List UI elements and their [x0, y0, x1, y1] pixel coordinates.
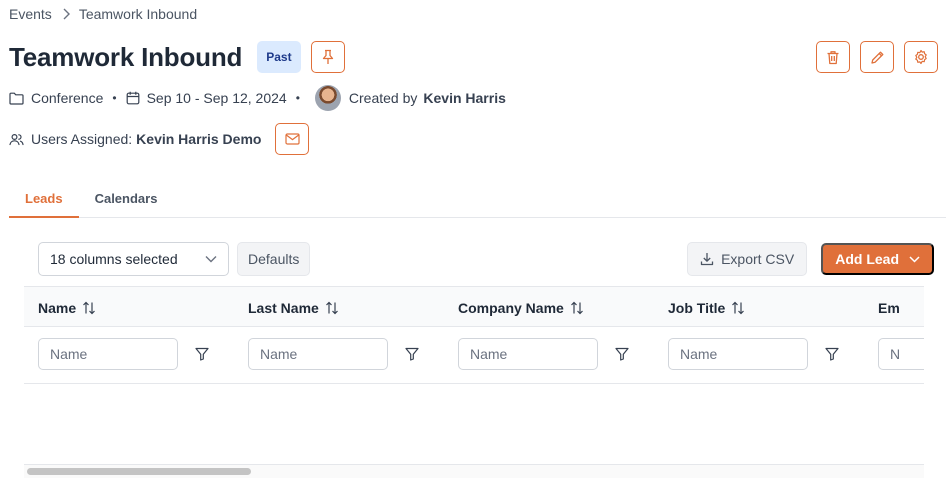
table-toolbar-right: Export CSV Add Lead	[687, 242, 934, 276]
page-title: Teamwork Inbound	[9, 41, 243, 72]
defaults-button[interactable]: Defaults	[237, 242, 311, 276]
event-type: Conference	[31, 90, 104, 106]
event-meta: Conference • Sep 10 - Sep 12, 2024 • Cre…	[9, 85, 506, 111]
pencil-icon	[870, 50, 885, 65]
company-filter-input[interactable]	[458, 338, 598, 370]
separator-dot: •	[112, 91, 117, 105]
users-assigned-names: Kevin Harris Demo	[136, 131, 262, 147]
filter-icon[interactable]	[195, 347, 209, 361]
export-csv-label: Export CSV	[721, 251, 795, 267]
chevron-down-icon	[205, 255, 217, 263]
email-users-button[interactable]	[275, 123, 310, 155]
separator-dot: •	[295, 91, 300, 105]
filter-cell	[668, 338, 839, 370]
job-title-filter-input[interactable]	[668, 338, 808, 370]
column-header-label: Job Title	[668, 299, 726, 316]
tab-leads[interactable]: Leads	[9, 178, 79, 218]
gear-icon	[913, 49, 929, 65]
header-actions	[816, 41, 938, 73]
pin-button[interactable]	[310, 41, 345, 73]
add-lead-label: Add Lead	[835, 251, 899, 267]
column-header-label: Last Name	[248, 299, 319, 316]
scrollbar-thumb[interactable]	[27, 468, 251, 475]
name-filter-input[interactable]	[38, 338, 178, 370]
column-header-label: Em	[878, 299, 900, 316]
edit-button[interactable]	[860, 41, 894, 73]
users-assigned-label: Users Assigned:	[31, 131, 133, 147]
sort-icon[interactable]	[570, 301, 584, 315]
calendar-icon	[126, 91, 140, 105]
horizontal-scrollbar[interactable]	[24, 464, 924, 478]
trash-icon	[826, 50, 840, 65]
sort-icon[interactable]	[325, 301, 339, 315]
add-lead-button[interactable]: Add Lead	[821, 243, 934, 275]
filter-cell	[38, 338, 209, 370]
columns-select[interactable]: 18 columns selected	[38, 242, 229, 276]
avatar	[314, 85, 341, 111]
mail-icon	[285, 133, 300, 145]
leads-panel: 18 columns selected Defaults Export CSV …	[24, 230, 946, 486]
sort-icon[interactable]	[82, 301, 96, 315]
columns-select-value: 18 columns selected	[50, 251, 178, 267]
column-header-job-title[interactable]: Job Title	[668, 287, 745, 328]
download-icon	[700, 252, 714, 266]
tabs: Leads Calendars	[9, 178, 946, 218]
breadcrumb: Events Teamwork Inbound	[9, 6, 197, 22]
status-badge: Past	[257, 41, 301, 73]
chevron-right-icon	[62, 8, 70, 20]
pin-icon	[321, 49, 335, 65]
event-date-range: Sep 10 - Sep 12, 2024	[146, 90, 287, 106]
tab-calendars[interactable]: Calendars	[79, 178, 174, 218]
created-by-label: Created by	[348, 90, 418, 106]
filter-icon[interactable]	[405, 347, 419, 361]
column-header-name[interactable]: Name	[38, 287, 96, 328]
table-toolbar-left: 18 columns selected Defaults	[38, 242, 311, 276]
table-header: Name Last Name Company Name Job Title Em	[24, 286, 924, 327]
filter-cell	[878, 338, 924, 370]
filter-row	[24, 327, 924, 384]
leads-table: Name Last Name Company Name Job Title Em	[24, 286, 924, 466]
delete-button[interactable]	[816, 41, 850, 73]
column-header-label: Name	[38, 299, 77, 316]
chevron-down-icon	[909, 255, 920, 263]
column-header-label: Company Name	[458, 299, 564, 316]
breadcrumb-current: Teamwork Inbound	[78, 6, 198, 22]
users-assigned: Users Assigned: Kevin Harris Demo	[9, 123, 310, 155]
filter-icon[interactable]	[615, 347, 629, 361]
created-by-name: Kevin Harris	[423, 90, 506, 106]
users-icon	[9, 133, 24, 146]
title-row: Teamwork Inbound Past	[9, 41, 345, 73]
filter-icon[interactable]	[825, 347, 839, 361]
sort-icon[interactable]	[731, 301, 745, 315]
filter-cell	[458, 338, 629, 370]
column-header-last-name[interactable]: Last Name	[248, 287, 339, 328]
filter-cell	[248, 338, 419, 370]
email-filter-input[interactable]	[878, 338, 924, 370]
breadcrumb-events-link[interactable]: Events	[9, 6, 52, 22]
column-header-email[interactable]: Em	[878, 287, 900, 328]
settings-button[interactable]	[904, 41, 938, 73]
export-csv-button[interactable]: Export CSV	[687, 242, 808, 276]
folder-icon	[9, 92, 24, 105]
last-name-filter-input[interactable]	[248, 338, 388, 370]
column-header-company-name[interactable]: Company Name	[458, 287, 584, 328]
